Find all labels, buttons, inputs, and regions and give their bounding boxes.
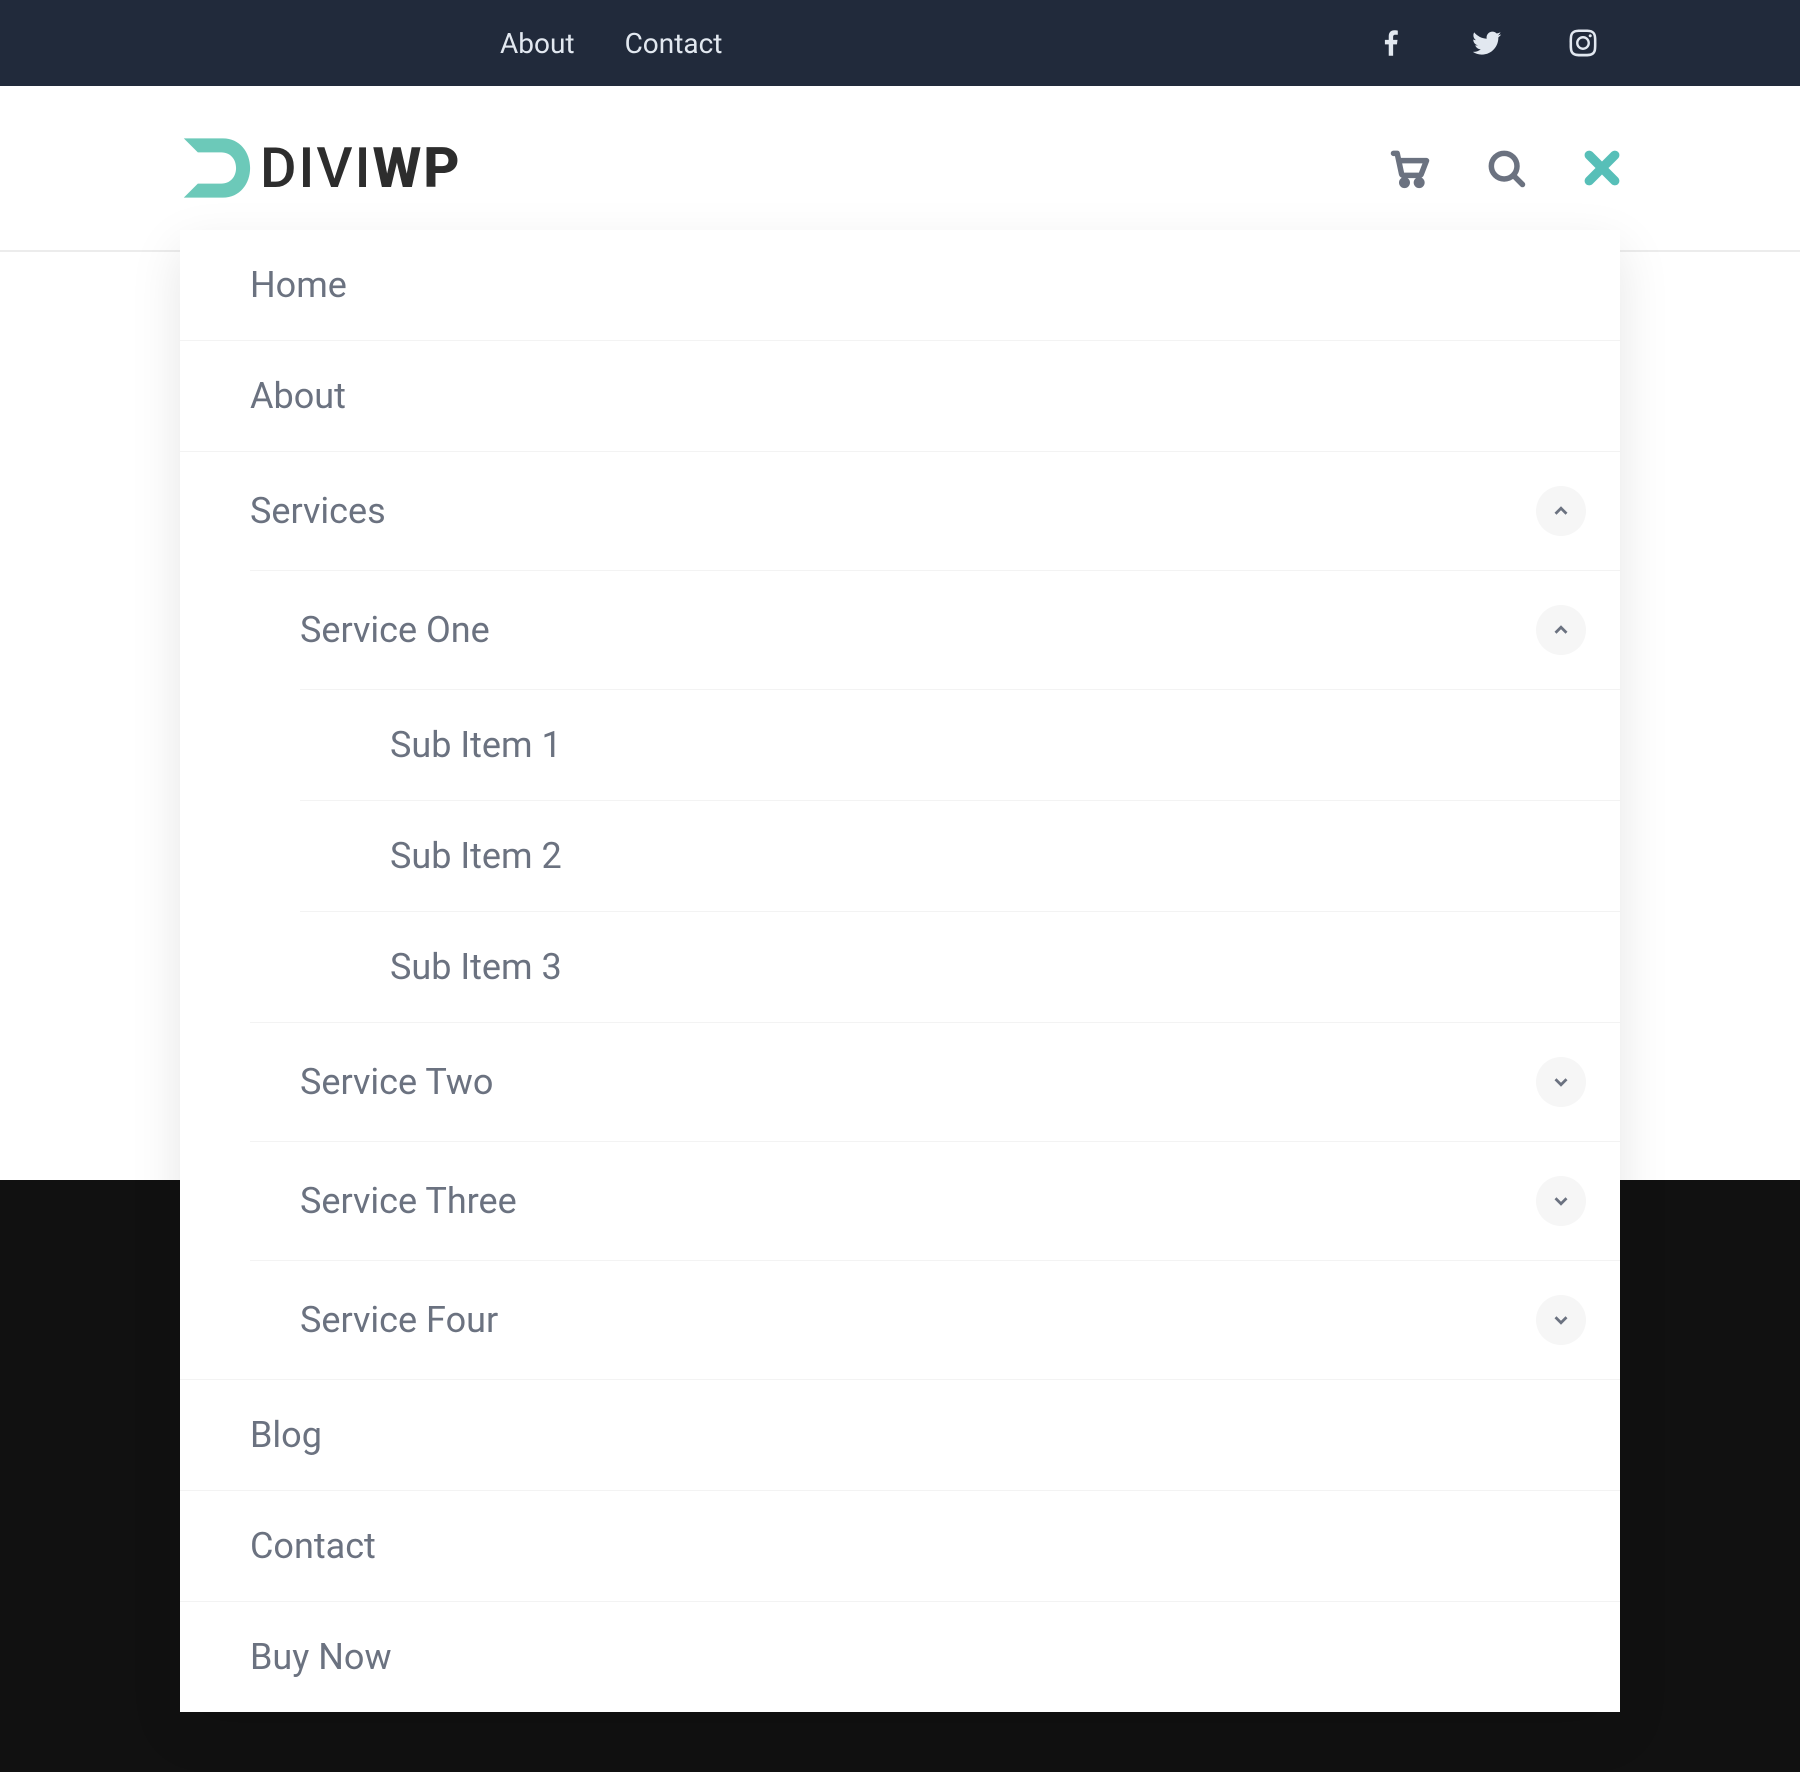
menu-item-label: About	[250, 375, 346, 417]
cart-icon[interactable]	[1388, 146, 1432, 190]
submenu-item-label: Service One	[300, 609, 490, 651]
service-one-submenu: Sub Item 1 Sub Item 2 Sub Item 3	[300, 689, 1620, 1022]
facebook-icon[interactable]	[1374, 26, 1408, 60]
header-actions	[1388, 146, 1624, 190]
main-header: DIVIWP	[0, 86, 1800, 252]
mobile-menu-panel: Home About Services Service One	[180, 230, 1620, 1712]
chevron-up-icon[interactable]	[1536, 486, 1586, 536]
topbar-link-contact[interactable]: Contact	[625, 27, 723, 60]
menu-item-home[interactable]: Home	[180, 230, 1620, 340]
topbar-social	[1374, 26, 1600, 60]
submenu-item-service-three: Service Three	[250, 1141, 1620, 1260]
menu-item-label: Blog	[250, 1414, 322, 1456]
services-submenu: Service One Sub Item 1 Sub Item 2	[250, 570, 1620, 1379]
menu-item-label: Home	[250, 264, 347, 306]
subsub-item-label: Sub Item 1	[390, 724, 562, 766]
chevron-up-icon[interactable]	[1536, 605, 1586, 655]
chevron-down-icon[interactable]	[1536, 1295, 1586, 1345]
menu-item-label: Contact	[250, 1525, 376, 1567]
submenu-row-service-four[interactable]: Service Four	[250, 1261, 1620, 1379]
chevron-down-icon[interactable]	[1536, 1176, 1586, 1226]
search-icon[interactable]	[1484, 146, 1528, 190]
logo[interactable]: DIVIWP	[176, 129, 462, 207]
logo-text-part1: DIVI	[260, 135, 372, 201]
menu-item-label: Buy Now	[250, 1636, 392, 1678]
chevron-down-icon[interactable]	[1536, 1057, 1586, 1107]
logo-mark-icon	[176, 129, 254, 207]
menu-item-blog[interactable]: Blog	[180, 1379, 1620, 1490]
submenu-item-label: Service Two	[300, 1061, 493, 1103]
menu-item-about[interactable]: About	[180, 340, 1620, 451]
logo-text: DIVIWP	[260, 135, 462, 201]
instagram-icon[interactable]	[1566, 26, 1600, 60]
submenu-row-service-three[interactable]: Service Three	[250, 1142, 1620, 1260]
submenu-item-label: Service Three	[300, 1180, 517, 1222]
top-bar: About Contact	[0, 0, 1800, 86]
submenu-item-label: Service Four	[300, 1299, 498, 1341]
submenu-item-service-one: Service One Sub Item 1 Sub Item 2	[250, 571, 1620, 1022]
twitter-icon[interactable]	[1470, 26, 1504, 60]
submenu-item-service-two: Service Two	[250, 1022, 1620, 1141]
menu-item-contact[interactable]: Contact	[180, 1490, 1620, 1601]
menu-row-services[interactable]: Services	[180, 452, 1620, 570]
subsub-item-2[interactable]: Sub Item 2	[300, 800, 1620, 911]
submenu-row-service-one[interactable]: Service One	[250, 571, 1620, 689]
submenu-item-service-four: Service Four	[250, 1260, 1620, 1379]
menu-item-services: Services Service One Sub	[180, 451, 1620, 1379]
logo-text-part2: WP	[372, 135, 461, 201]
subsub-item-label: Sub Item 3	[390, 946, 562, 988]
close-menu-icon[interactable]	[1580, 146, 1624, 190]
subsub-item-1[interactable]: Sub Item 1	[300, 690, 1620, 800]
menu-item-buy-now[interactable]: Buy Now	[180, 1601, 1620, 1712]
submenu-row-service-two[interactable]: Service Two	[250, 1023, 1620, 1141]
topbar-link-about[interactable]: About	[500, 27, 575, 60]
subsub-item-3[interactable]: Sub Item 3	[300, 911, 1620, 1022]
subsub-item-label: Sub Item 2	[390, 835, 562, 877]
menu-item-label: Services	[250, 490, 386, 532]
topbar-links: About Contact	[500, 27, 722, 60]
